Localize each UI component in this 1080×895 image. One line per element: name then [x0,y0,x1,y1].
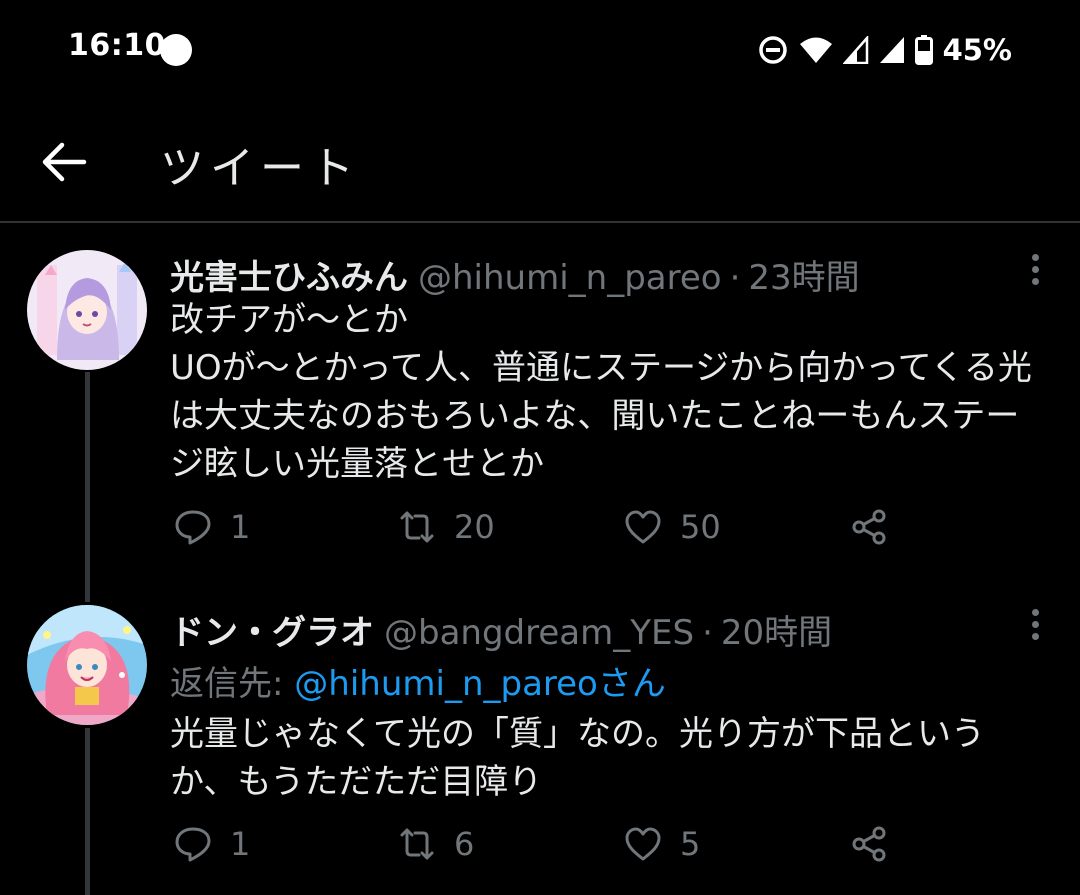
wifi-icon [799,37,832,63]
notification-dot-icon [160,34,192,66]
thread-line [85,728,90,895]
thread-line [85,372,90,602]
tweet-text: 光量じゃなくて光の「質」なの。光り方が下品というか、もうただただ目障り [170,714,985,802]
like-icon [625,827,661,861]
user-handle[interactable]: @hihumi_n_pareo [418,258,722,298]
share-icon [852,826,886,862]
avatar[interactable] [27,250,147,370]
like-button[interactable]: 50 [624,508,721,546]
retweet-icon [400,511,434,543]
reply-button[interactable]: 1 [174,508,250,546]
like-icon [625,510,661,544]
page-title: ツイート [160,143,360,194]
tweet-text: 改チアが〜とか UOが〜とかって人、普通にステージから向かってくる光は大丈夫なの… [170,300,1032,484]
status-bar: 16:10 45% [0,0,1080,100]
more-icon [1022,609,1048,640]
separator-dot: · [729,258,741,298]
avatar[interactable] [27,605,147,725]
reply-to: 返信先: @hihumi_n_pareoさん [170,656,666,705]
avatar-image [27,250,147,370]
back-button[interactable] [40,140,88,184]
status-icons: 45% [757,30,1012,70]
separator-dot: · [702,613,713,653]
tweet-time[interactable]: 20時間 [721,605,832,654]
tweet-header: ドン・グラオ @bangdream_YES · 20時間 [170,605,832,654]
tweet-actions: 1 6 5 [170,825,930,875]
tweet-header: 光害士ひふみん @hihumi_n_pareo · 23時間 [170,250,860,299]
dnd-icon [758,36,787,64]
display-name[interactable]: 光害士ひふみん [170,250,408,299]
battery-percent: 45% [942,33,1012,67]
reply-icon [175,827,211,862]
retweet-count: 6 [454,825,475,863]
share-button[interactable] [850,508,888,546]
signal-icon [879,37,904,63]
signal-icon [842,36,868,64]
user-handle[interactable]: @bangdream_YES [384,613,694,653]
retweet-button[interactable]: 6 [398,825,474,863]
avatar-image [27,605,147,725]
reply-count: 1 [230,508,251,546]
reply-icon [175,510,211,545]
tweet-time[interactable]: 23時間 [748,250,859,299]
back-arrow-icon [42,142,87,182]
tweet-actions: 1 20 50 [170,508,930,558]
retweet-count: 20 [454,508,495,546]
share-icon [852,509,886,545]
like-button[interactable]: 5 [624,825,700,863]
like-count: 5 [680,825,701,863]
more-button[interactable] [1022,609,1048,645]
retweet-icon [400,828,434,860]
more-icon [1022,254,1048,285]
display-name[interactable]: ドン・グラオ [170,605,374,654]
more-button[interactable] [1022,254,1048,290]
reply-count: 1 [230,825,251,863]
reply-mention-link[interactable]: @hihumi_n_pareoさん [294,664,666,704]
status-time: 16:10 [68,28,166,63]
battery-icon [914,35,933,65]
like-count: 50 [680,508,721,546]
reply-button[interactable]: 1 [174,825,250,863]
reply-to-label: 返信先: [170,664,284,704]
retweet-button[interactable]: 20 [398,508,495,546]
share-button[interactable] [850,825,888,863]
